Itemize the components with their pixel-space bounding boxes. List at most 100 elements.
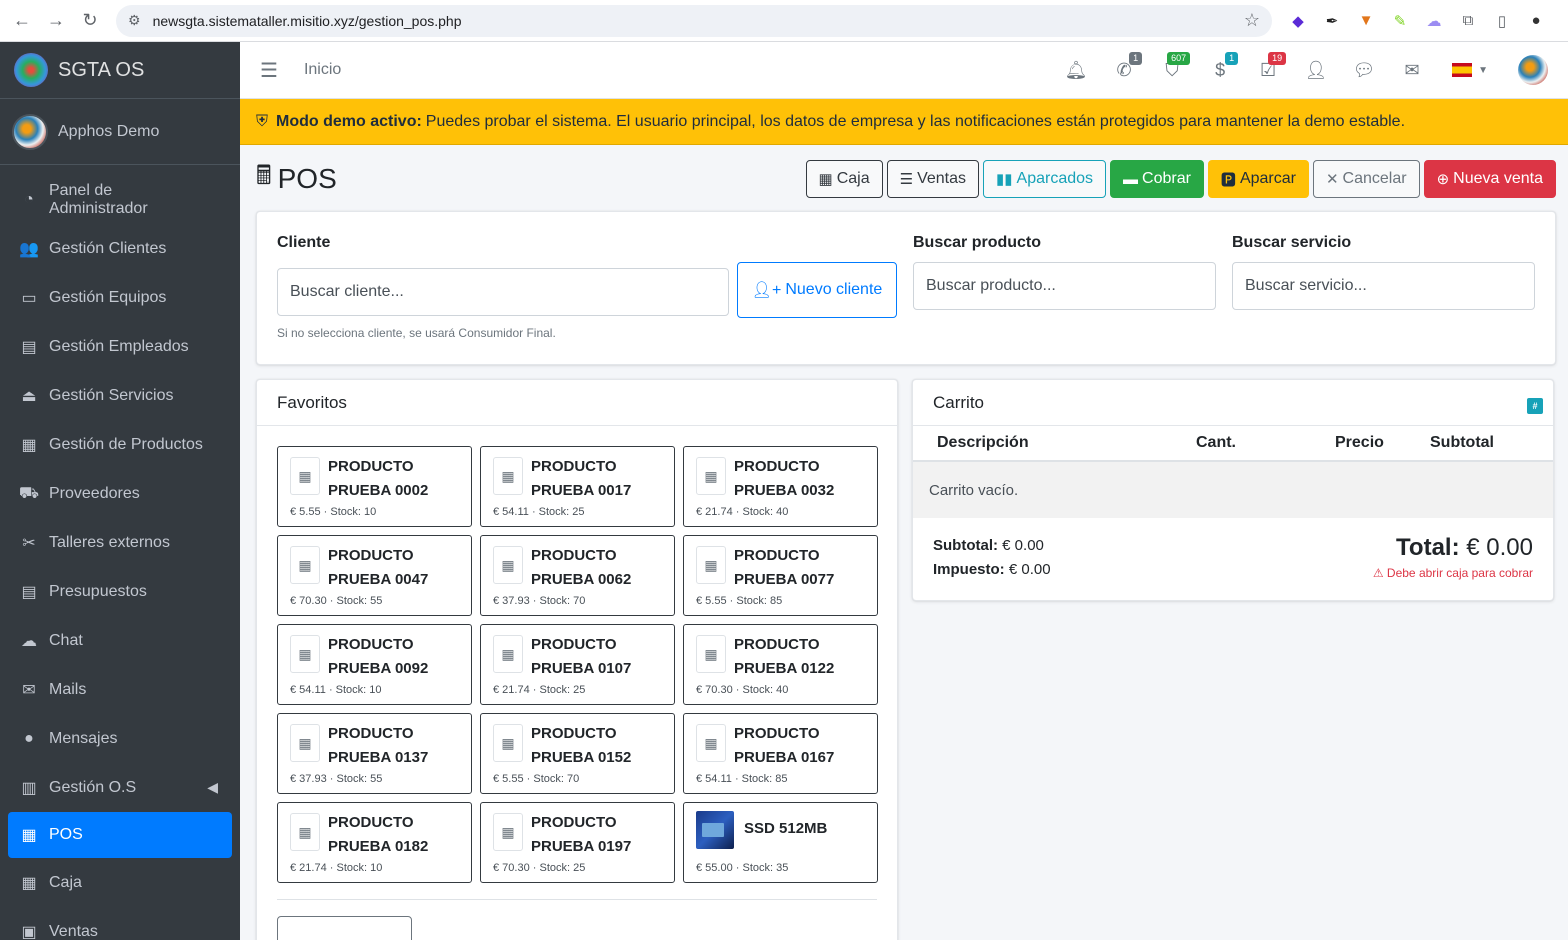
sidebar-item-servicios[interactable]: ⏏ Gestión Servicios xyxy=(8,371,232,420)
servicio-search-input[interactable]: Buscar servicio... xyxy=(1232,262,1535,310)
user-panel[interactable]: Apphos Demo xyxy=(0,99,240,165)
box-icon: ▦ xyxy=(493,635,523,673)
forward-icon[interactable]: → xyxy=(42,7,70,35)
product-price-stock: € 70.30 · Stock: 40 xyxy=(696,684,789,696)
aparcar-label: Aparcar xyxy=(1239,170,1296,187)
extension-cloud-icon[interactable]: ☁ xyxy=(1424,11,1444,31)
phone-icon[interactable]: ✆ 1 xyxy=(1100,50,1148,90)
reload-icon[interactable]: ↻ xyxy=(76,7,104,35)
tags-icon[interactable]: ⛉ 607 xyxy=(1148,50,1196,90)
sidebar-item-caja[interactable]: ▦ Caja xyxy=(8,858,232,907)
product-card[interactable]: ▦ PRODUCTO PRUEBA 0077 € 5.55 · Stock: 85 xyxy=(683,535,878,616)
home-link[interactable]: Inicio xyxy=(304,61,341,79)
back-icon[interactable]: ← xyxy=(8,7,36,35)
product-price-stock: € 70.30 · Stock: 55 xyxy=(290,595,383,607)
servicio-label: Buscar servicio xyxy=(1232,234,1352,251)
site-settings-icon[interactable]: ⚙ xyxy=(128,12,141,29)
box-icon: ▦ xyxy=(21,436,37,454)
money-badge: 1 xyxy=(1225,52,1239,65)
sidebar-item-mensajes[interactable]: ● Mensajes xyxy=(8,714,232,763)
sidebar-item-label: Proveedores xyxy=(49,484,140,502)
sidebar-item-mails[interactable]: ✉ Mails xyxy=(8,665,232,714)
sidebar-item-label: POS xyxy=(49,826,83,843)
sidebar-item-pos[interactable]: ▦ POS xyxy=(8,812,232,858)
caja-button[interactable]: ▦ Caja xyxy=(805,160,883,198)
sidebar-item-clientes[interactable]: 👥 Gestión Clientes xyxy=(8,224,232,273)
favoritos-card: Favoritos ▦ PRODUCTO PRUEBA 0002 € 5.55 · S… xyxy=(256,379,898,940)
product-card[interactable]: ▦ PRODUCTO PRUEBA 0167 € 54.11 · Stock: 85 xyxy=(683,713,878,794)
bookmark-star-icon[interactable]: ☆ xyxy=(1244,10,1260,31)
product-card[interactable]: ▦ PRODUCTO PRUEBA 0092 € 54.11 · Stock: 10 xyxy=(277,624,472,705)
ventas-button[interactable]: ☰ Ventas xyxy=(886,160,979,198)
cart-table-header: Descripción Cant. Precio Subtotal xyxy=(913,426,1553,462)
sidebar-item-chat[interactable]: ☁ Chat xyxy=(8,616,232,665)
hamburger-menu-icon[interactable]: ☰ xyxy=(260,58,278,83)
id-card-icon: ▤ xyxy=(21,338,37,356)
sidebar-item-productos[interactable]: ▦ Gestión de Productos xyxy=(8,420,232,469)
cliente-search-input[interactable]: Buscar cliente... xyxy=(277,268,729,316)
producto-group: Buscar producto Buscar producto... xyxy=(913,234,1216,342)
page-title-text: POS xyxy=(277,163,337,194)
product-name: PRODUCTO PRUEBA 0122 xyxy=(734,633,834,681)
nueva-venta-button[interactable]: ⊕ Nueva venta xyxy=(1423,160,1556,198)
sidebar-item-presupuestos[interactable]: ▤ Presupuestos xyxy=(8,567,232,616)
nuevo-cliente-button[interactable]: 👤︎+ Nuevo cliente xyxy=(737,262,897,318)
aparcar-button[interactable]: 🅿︎ Aparcar xyxy=(1207,160,1309,198)
extensions-puzzle-icon[interactable]: ⧉ xyxy=(1458,11,1478,31)
product-card[interactable]: ▦ PRODUCTO PRUEBA 0062 € 37.93 · Stock: 70 xyxy=(480,535,675,616)
product-card[interactable]: ▦ PRODUCTO PRUEBA 0107 € 21.74 · Stock: 25 xyxy=(480,624,675,705)
product-card[interactable]: ▦ PRODUCTO PRUEBA 0032 € 21.74 · Stock: 40 xyxy=(683,446,878,527)
spain-flag-icon[interactable] xyxy=(1452,63,1473,77)
caret-down-icon[interactable]: ▼ xyxy=(1478,65,1488,76)
more-button[interactable] xyxy=(277,916,412,940)
sidebar-item-proveedores[interactable]: ⛟ Proveedores xyxy=(8,469,232,518)
product-card[interactable]: ▦ PRODUCTO PRUEBA 0152 € 5.55 · Stock: 70 xyxy=(480,713,675,794)
extension-pen-icon[interactable]: ✒ xyxy=(1322,11,1342,31)
user-check-icon[interactable]: 👤︎ xyxy=(1292,50,1340,90)
avatar xyxy=(12,113,48,150)
product-card[interactable]: SSD 512MB € 55.00 · Stock: 35 xyxy=(683,802,878,883)
product-name-line: PRODUCTO xyxy=(531,636,617,653)
user-name: Apphos Demo xyxy=(58,122,160,140)
sidebar-item-gestion-os[interactable]: ▥ Gestión O.S ◀ xyxy=(8,763,232,812)
extension-leaf-icon[interactable]: ✎ xyxy=(1390,11,1410,31)
product-card[interactable]: ▦ PRODUCTO PRUEBA 0017 € 54.11 · Stock: 25 xyxy=(480,446,675,527)
sidebar-panel-icon[interactable]: ▯ xyxy=(1492,11,1512,31)
extension-diamond-icon[interactable]: ◆ xyxy=(1288,11,1308,31)
page-title: 🖩 POS xyxy=(256,157,337,201)
sidebar-item-ventas[interactable]: ▣ Ventas xyxy=(8,907,232,940)
money-icon[interactable]: $1 xyxy=(1196,50,1244,90)
product-name-line: PRODUCTO xyxy=(531,814,617,831)
aparcados-button[interactable]: ▮▮ Aparcados xyxy=(983,160,1107,198)
avatar[interactable] xyxy=(1518,55,1548,85)
product-card[interactable]: ▦ PRODUCTO PRUEBA 0182 € 21.74 · Stock: 10 xyxy=(277,802,472,883)
tasks-icon[interactable]: ☑ 19 xyxy=(1244,50,1292,90)
brand-link[interactable]: SGTA OS xyxy=(0,42,240,99)
hash-badge[interactable]: # xyxy=(1527,398,1543,414)
product-card[interactable]: ▦ PRODUCTO PRUEBA 0137 € 37.93 · Stock: 55 xyxy=(277,713,472,794)
truck-icon: ⛟ xyxy=(18,484,40,502)
sidebar-item-equipos[interactable]: ▭ Gestión Equipos xyxy=(8,273,232,322)
product-card[interactable]: ▦ PRODUCTO PRUEBA 0002 € 5.55 · Stock: 10 xyxy=(277,446,472,527)
box-icon: ▦ xyxy=(290,457,320,495)
product-card[interactable]: ▦ PRODUCTO PRUEBA 0122 € 70.30 · Stock: 40 xyxy=(683,624,878,705)
envelope-icon[interactable]: ✉ xyxy=(1388,50,1436,90)
cobrar-button[interactable]: ▬ Cobrar xyxy=(1110,160,1204,198)
cobrar-label: Cobrar xyxy=(1142,170,1191,187)
cancelar-button[interactable]: ✕ Cancelar xyxy=(1312,160,1420,198)
producto-search-input[interactable]: Buscar producto... xyxy=(913,262,1216,310)
sidebar-item-empleados[interactable]: ▤ Gestión Empleados xyxy=(8,322,232,371)
bell-icon[interactable]: 🔔︎ xyxy=(1052,50,1100,90)
box-icon: ▦ xyxy=(290,635,320,673)
extension-fox-icon[interactable]: ▼ xyxy=(1356,11,1376,31)
sidebar-item-panel-admin[interactable]: ◔ Panel de Administrador xyxy=(8,175,232,224)
product-card[interactable]: ▦ PRODUCTO PRUEBA 0047 € 70.30 · Stock: 55 xyxy=(277,535,472,616)
profile-avatar-icon[interactable]: ● xyxy=(1526,11,1546,31)
address-bar[interactable]: ⚙ newsgta.sistemataller.misitio.xyz/gest… xyxy=(116,4,1272,37)
sidebar-item-talleres[interactable]: ✂ Talleres externos xyxy=(8,518,232,567)
parking-icon: 🅿︎ xyxy=(1220,171,1236,189)
comments-icon[interactable]: 💬︎ xyxy=(1340,50,1388,90)
product-card[interactable]: ▦ PRODUCTO PRUEBA 0197 € 70.30 · Stock: 25 xyxy=(480,802,675,883)
carrito-title: Carrito xyxy=(933,392,985,412)
product-name-line: SSD 512MB xyxy=(744,820,828,837)
